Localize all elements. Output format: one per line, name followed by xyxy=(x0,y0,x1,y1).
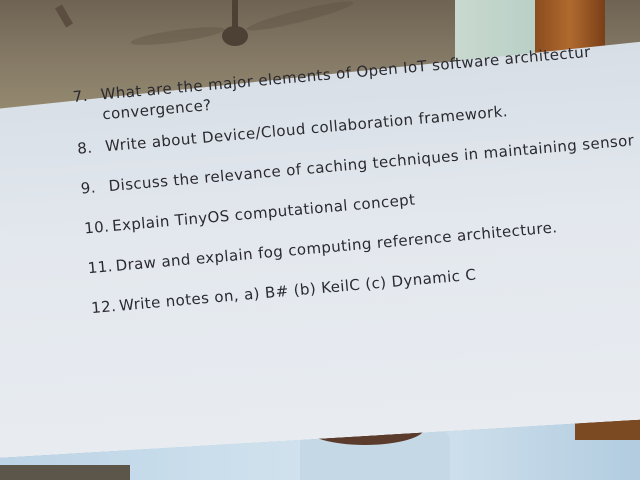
ceiling-fan-hub xyxy=(222,26,248,46)
question-number: 9. xyxy=(80,178,97,198)
question-number: 7. xyxy=(72,86,89,106)
bench xyxy=(0,465,130,480)
question-number: 8. xyxy=(76,138,94,158)
question-number: 12. xyxy=(90,297,118,318)
ceiling-fan-rod xyxy=(232,0,238,28)
question-number: 11. xyxy=(86,257,114,278)
question-number: 10. xyxy=(83,217,111,238)
